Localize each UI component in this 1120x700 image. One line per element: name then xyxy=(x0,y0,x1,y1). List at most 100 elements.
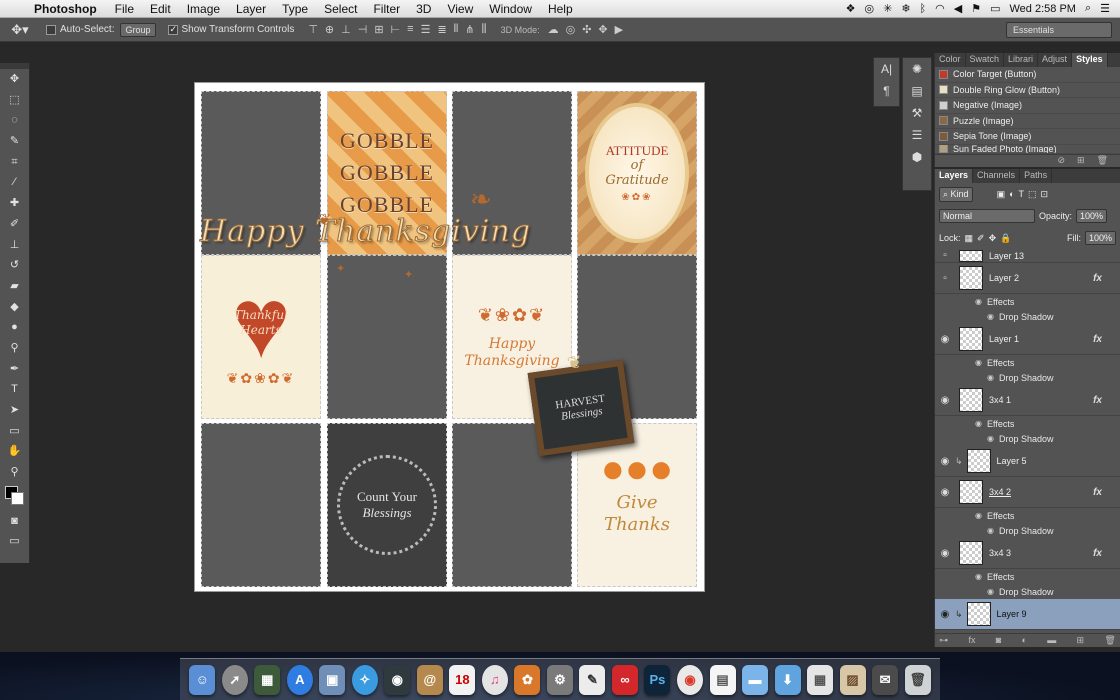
menu-type[interactable]: Type xyxy=(274,2,316,16)
effect-row[interactable]: ◉ Drop Shadow xyxy=(935,370,1120,385)
quick-select-tool-icon[interactable]: ✎ xyxy=(0,131,29,152)
tab-channels[interactable]: Channels xyxy=(973,169,1021,183)
clear-style-icon[interactable]: ⊘ xyxy=(1057,155,1065,168)
properties-panel-icon[interactable]: ☰ xyxy=(903,124,931,146)
layer-name[interactable]: Layer 5 xyxy=(997,456,1027,466)
eye-icon[interactable]: ◉ xyxy=(975,511,982,520)
align-vcenter-icon[interactable]: ⊕ xyxy=(325,23,334,36)
creative-cloud-icon[interactable]: ◎ xyxy=(864,2,874,15)
distribute-bottom-icon[interactable]: ≣ xyxy=(437,23,446,36)
tab-styles[interactable]: Styles xyxy=(1072,53,1108,67)
effects-row[interactable]: ◉ Effects xyxy=(935,355,1120,370)
lock-transparent-icon[interactable]: ▦ xyxy=(965,233,974,244)
eye-icon[interactable]: ◉ xyxy=(987,373,994,382)
auto-select-checkbox[interactable] xyxy=(46,24,56,35)
textedit-icon[interactable]: ✎ xyxy=(579,664,606,695)
menu-3d[interactable]: 3D xyxy=(408,2,439,16)
blend-mode-dropdown[interactable]: Normal xyxy=(939,209,1035,223)
style-item[interactable]: Puzzle (Image) xyxy=(935,114,1120,129)
layer-filter-dropdown[interactable]: ⌕ Kind xyxy=(939,186,973,202)
quick-mask-icon[interactable]: ◙ xyxy=(0,511,29,532)
chrome-icon[interactable]: ◉ xyxy=(676,664,703,695)
align-bottom-icon[interactable]: ⊥ xyxy=(341,23,351,36)
layer-name[interactable]: Layer 9 xyxy=(997,609,1027,619)
type-tool-icon[interactable]: T xyxy=(0,379,29,400)
3d-scale-icon[interactable]: ▶ xyxy=(615,23,623,36)
visibility-eye-icon[interactable]: ◉ xyxy=(935,487,955,498)
layer-row[interactable]: ◉ ↳ Layer 5 xyxy=(935,446,1120,477)
eraser-tool-icon[interactable]: ▰ xyxy=(0,276,29,297)
zoom-tool-icon[interactable]: ⚲ xyxy=(0,462,29,483)
contacts-icon[interactable]: @ xyxy=(416,664,443,695)
fx-icon[interactable]: fx xyxy=(1093,395,1102,406)
visibility-eye-icon[interactable]: ◉ xyxy=(935,456,955,467)
layer-name[interactable]: Layer 1 xyxy=(989,334,1019,344)
eye-icon[interactable]: ◉ xyxy=(975,419,982,428)
eye-icon[interactable]: ◉ xyxy=(987,587,994,596)
distribute-hcenter-icon[interactable]: ⋔ xyxy=(465,23,474,36)
preview-icon[interactable]: ▣ xyxy=(319,664,346,695)
opacity-field[interactable]: 100% xyxy=(1076,209,1108,223)
auto-select-dropdown[interactable]: Group xyxy=(120,22,156,37)
distribute-right-icon[interactable]: ⫼ xyxy=(482,23,487,36)
fx-icon[interactable]: fx xyxy=(1093,334,1102,345)
align-top-icon[interactable]: ⊤ xyxy=(308,23,318,36)
spotlight-icon[interactable]: ⌕ xyxy=(1085,2,1091,15)
eye-icon[interactable]: ◉ xyxy=(987,312,994,321)
filter-adjust-icon[interactable]: ◐ xyxy=(1009,189,1014,199)
effect-row[interactable]: ◉ Drop Shadow xyxy=(935,523,1120,538)
visibility-toggle[interactable]: ▫ xyxy=(935,273,955,284)
finder-icon[interactable]: ☺ xyxy=(189,664,216,695)
wifi-icon[interactable]: ◠ xyxy=(935,2,945,15)
thankful-hearts-card[interactable]: ThankfulHearts ❦✿❀✿❦ xyxy=(201,255,321,419)
folder-icon[interactable]: ▬ xyxy=(742,664,769,695)
align-hcenter-icon[interactable]: ⊞ xyxy=(374,23,383,36)
distribute-left-icon[interactable]: ⫴ xyxy=(454,23,459,36)
lock-all-icon[interactable]: 🔒 xyxy=(1000,233,1011,244)
flag-icon[interactable]: ⚑ xyxy=(971,2,981,15)
delete-layer-icon[interactable]: 🗑 xyxy=(1104,635,1115,646)
downloads-folder-icon[interactable]: ⬇ xyxy=(774,664,801,695)
dodge-tool-icon[interactable]: ⚲ xyxy=(0,338,29,359)
tab-swatches[interactable]: Swatch xyxy=(966,53,1005,67)
align-left-icon[interactable]: ⊣ xyxy=(358,23,368,36)
move-tool-icon[interactable]: ✥ xyxy=(0,69,29,90)
menu-app-name[interactable]: Photoshop xyxy=(30,2,107,16)
dropbox-icon[interactable]: ❖ xyxy=(846,2,856,15)
style-item[interactable]: Sun Faded Photo (Image) xyxy=(935,144,1120,154)
filter-smart-icon[interactable]: ⊡ xyxy=(1041,189,1049,200)
creative-cloud-icon[interactable]: ∞ xyxy=(611,664,638,695)
filter-type-icon[interactable]: T xyxy=(1019,189,1025,199)
document-icon[interactable]: ▤ xyxy=(709,664,736,695)
workspace-dropdown[interactable]: Essentials xyxy=(1006,22,1112,38)
facetime-icon[interactable]: ◉ xyxy=(384,664,411,695)
blur-tool-icon[interactable]: ● xyxy=(0,317,29,338)
images-stack-icon[interactable]: ▨ xyxy=(839,664,866,695)
paint-bucket-tool-icon[interactable]: ◆ xyxy=(0,297,29,318)
layer-row[interactable]: ▫ Layer 2 fx xyxy=(935,263,1120,294)
photoshop-icon[interactable]: Ps xyxy=(644,664,671,695)
iphoto-icon[interactable]: ✿ xyxy=(514,664,541,695)
visibility-toggle[interactable]: ▫ xyxy=(935,250,955,261)
launchpad-icon[interactable]: ➚ xyxy=(221,664,248,695)
app-store-icon[interactable]: A xyxy=(286,664,313,695)
layer-name[interactable]: 3x4 1 xyxy=(989,395,1011,405)
path-select-tool-icon[interactable]: ➤ xyxy=(0,400,29,421)
layer-name[interactable]: 3x4 3 xyxy=(989,548,1011,558)
tab-adjustments[interactable]: Adjust xyxy=(1038,53,1073,67)
mission-control-icon[interactable]: ▦ xyxy=(254,664,281,695)
move-tool-preset-icon[interactable]: ✥▾ xyxy=(0,22,40,38)
filter-pixel-icon[interactable]: ▣ xyxy=(997,189,1006,200)
effects-row[interactable]: ◉ Effects xyxy=(935,508,1120,523)
visibility-eye-icon[interactable]: ◉ xyxy=(935,395,955,406)
visibility-eye-icon[interactable]: ◉ xyxy=(935,548,955,559)
tab-paths[interactable]: Paths xyxy=(1020,169,1053,183)
link-layers-icon[interactable]: ⊶ xyxy=(939,635,948,646)
attitude-card[interactable]: ATTITUDE of Gratitude ❀✿❀ xyxy=(577,91,697,255)
crop-tool-icon[interactable]: ⌗ xyxy=(0,152,29,173)
style-item[interactable]: Negative (Image) xyxy=(935,98,1120,114)
eye-icon[interactable]: ◉ xyxy=(987,526,994,535)
eye-icon[interactable]: ◉ xyxy=(987,434,994,443)
healing-brush-tool-icon[interactable]: ✚ xyxy=(0,193,29,214)
fill-field[interactable]: 100% xyxy=(1084,231,1116,245)
